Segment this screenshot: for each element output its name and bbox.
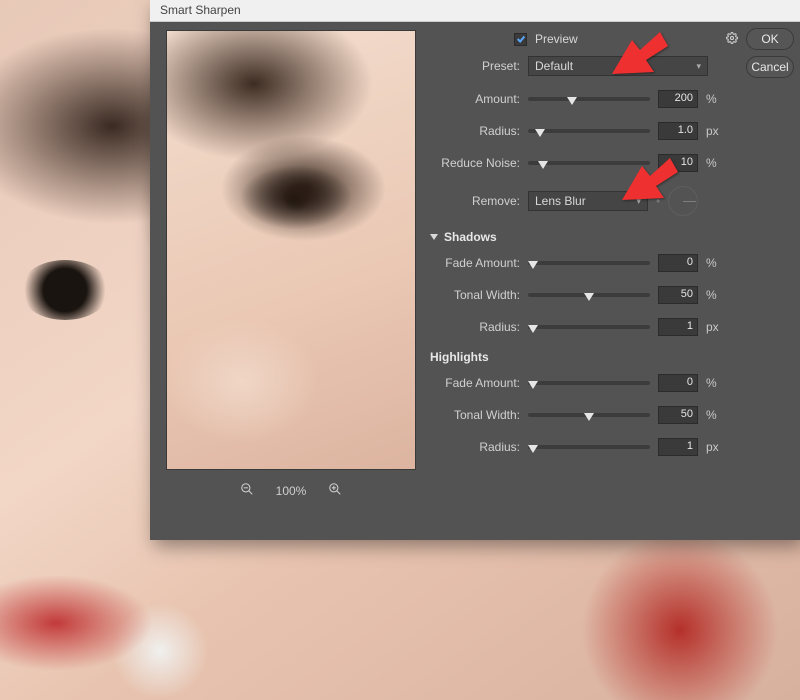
amount-unit: % xyxy=(706,92,726,106)
shadows-tonal-label: Tonal Width: xyxy=(430,288,520,302)
zoom-level: 100% xyxy=(276,484,307,498)
preview-image[interactable] xyxy=(166,30,416,470)
highlights-radius-label: Radius: xyxy=(430,440,520,454)
reduce-noise-label: Reduce Noise: xyxy=(430,156,520,170)
reduce-noise-value[interactable]: 10 xyxy=(658,154,698,172)
amount-label: Amount: xyxy=(430,92,520,106)
preset-label: Preset: xyxy=(430,59,520,73)
shadows-fade-unit: % xyxy=(706,256,726,270)
highlights-tonal-slider[interactable] xyxy=(528,413,650,417)
highlights-fade-unit: % xyxy=(706,376,726,390)
radius-unit: px xyxy=(706,124,726,138)
shadows-fade-label: Fade Amount: xyxy=(430,256,520,270)
disclosure-triangle-icon xyxy=(430,234,438,240)
preview-checkbox[interactable] xyxy=(514,33,527,46)
radius-label: Radius: xyxy=(430,124,520,138)
highlights-tonal-value[interactable]: 50 xyxy=(658,406,698,424)
preset-select[interactable]: Default ▾ xyxy=(528,56,708,76)
preset-value: Default xyxy=(535,59,573,73)
shadows-fade-value[interactable]: 0 xyxy=(658,254,698,272)
shadows-title: Shadows xyxy=(444,230,497,244)
radius-slider[interactable] xyxy=(528,129,650,133)
highlights-fade-value[interactable]: 0 xyxy=(658,374,698,392)
highlights-radius-unit: px xyxy=(706,440,726,454)
highlights-radius-value[interactable]: 1 xyxy=(658,438,698,456)
zoom-out-icon[interactable] xyxy=(240,482,254,499)
shadows-tonal-slider[interactable] xyxy=(528,293,650,297)
highlights-title: Highlights xyxy=(430,350,792,364)
highlights-radius-slider[interactable] xyxy=(528,445,650,449)
amount-slider[interactable] xyxy=(528,97,650,101)
angle-dial[interactable] xyxy=(668,186,698,216)
shadows-section-toggle[interactable]: Shadows xyxy=(430,230,792,244)
remove-value: Lens Blur xyxy=(535,194,586,208)
smart-sharpen-dialog: Smart Sharpen OK Cancel 100% xyxy=(150,0,800,540)
highlights-fade-slider[interactable] xyxy=(528,381,650,385)
shadows-radius-slider[interactable] xyxy=(528,325,650,329)
amount-value[interactable]: 200 xyxy=(658,90,698,108)
radius-value[interactable]: 1.0 xyxy=(658,122,698,140)
zoom-in-icon[interactable] xyxy=(328,482,342,499)
chevron-down-icon: ▾ xyxy=(696,61,701,72)
shadows-radius-value[interactable]: 1 xyxy=(658,318,698,336)
shadows-radius-label: Radius: xyxy=(430,320,520,334)
highlights-tonal-unit: % xyxy=(706,408,726,422)
dialog-titlebar: Smart Sharpen xyxy=(150,0,800,22)
shadows-fade-slider[interactable] xyxy=(528,261,650,265)
remove-select[interactable]: Lens Blur ▾ xyxy=(528,191,648,211)
highlights-fade-label: Fade Amount: xyxy=(430,376,520,390)
shadows-tonal-value[interactable]: 50 xyxy=(658,286,698,304)
reduce-noise-slider[interactable] xyxy=(528,161,650,165)
remove-label: Remove: xyxy=(430,194,520,208)
highlights-tonal-label: Tonal Width: xyxy=(430,408,520,422)
chevron-down-icon: ▾ xyxy=(636,196,641,207)
reduce-noise-unit: % xyxy=(706,156,726,170)
shadows-radius-unit: px xyxy=(706,320,726,334)
shadows-tonal-unit: % xyxy=(706,288,726,302)
preview-checkbox-label: Preview xyxy=(535,32,578,46)
